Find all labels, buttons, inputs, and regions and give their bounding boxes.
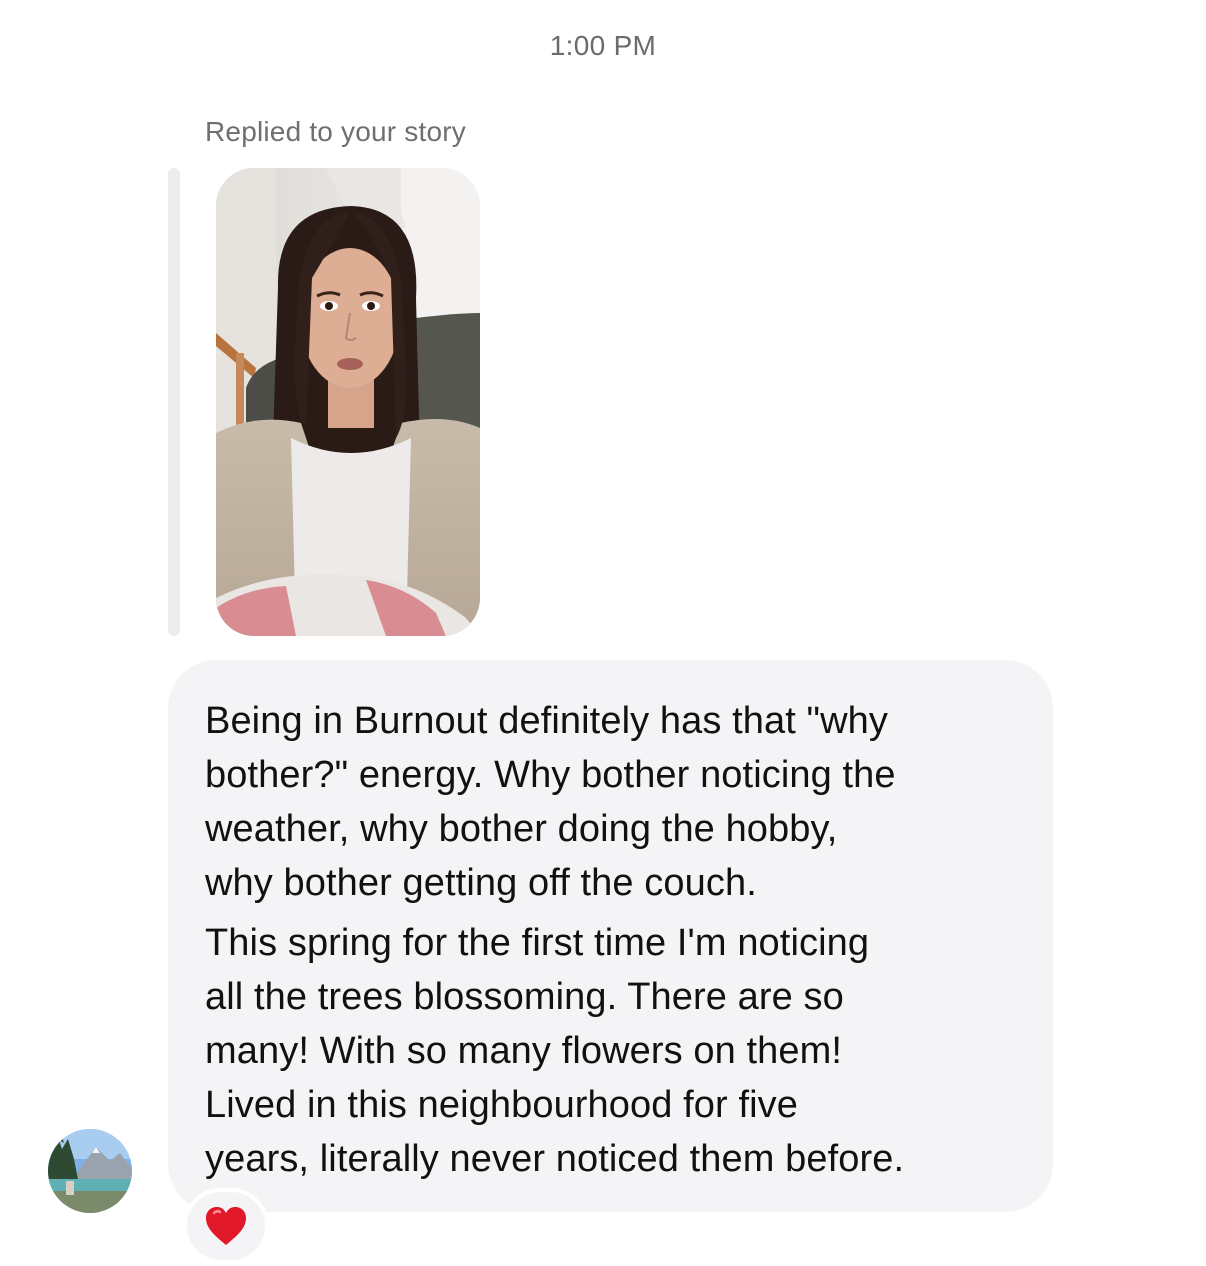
heart-icon: [206, 1207, 246, 1245]
reply-quote-bar: [168, 168, 180, 636]
profile-photo-icon: [48, 1129, 132, 1213]
message-paragraph: Being in Burnout definitely has that "wh…: [205, 700, 896, 904]
message-paragraph: This spring for the first time I'm notic…: [205, 922, 905, 1180]
sender-avatar[interactable]: [48, 1129, 132, 1213]
message-timestamp: 1:00 PM: [549, 30, 657, 61]
story-thumbnail[interactable]: [216, 168, 480, 636]
reaction-badge[interactable]: [183, 1188, 269, 1264]
story-reply-label: Replied to your story: [205, 116, 466, 147]
message-bubble[interactable]: Being in Burnout definitely has that "wh…: [168, 660, 1053, 1212]
